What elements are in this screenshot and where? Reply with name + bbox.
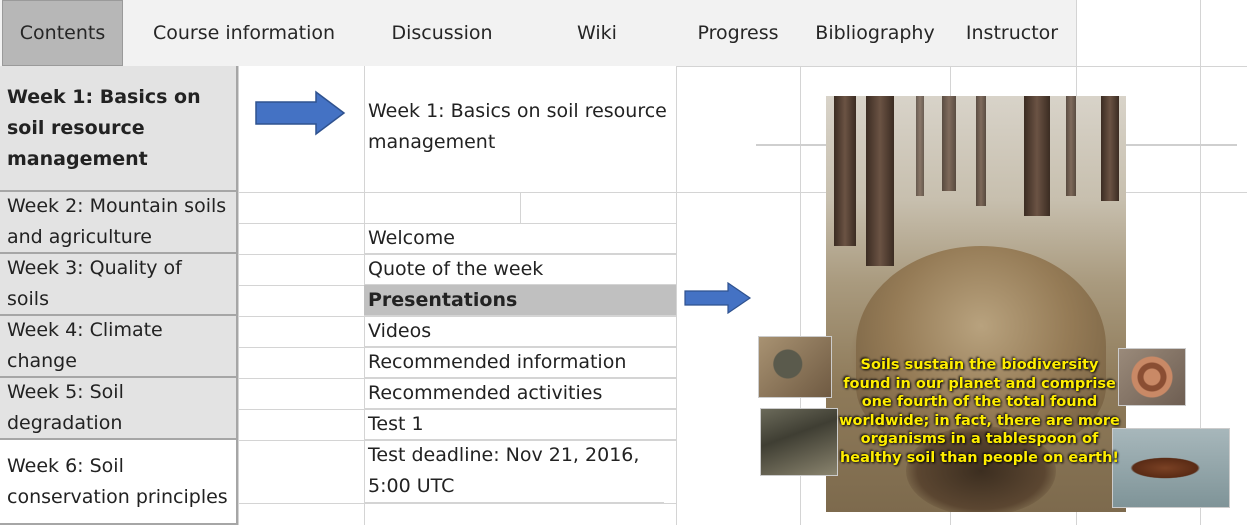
week-5-item[interactable]: Week 5: Soil degradation (0, 378, 238, 440)
tab-discussion[interactable]: Discussion (370, 0, 514, 66)
week-6-item[interactable]: Week 6: Soil conservation principles (0, 440, 238, 525)
snail-thumbnail (758, 336, 832, 398)
tab-instructor[interactable]: Instructor (956, 0, 1068, 66)
item-welcome[interactable]: Welcome (364, 223, 676, 254)
item-quote-of-the-week[interactable]: Quote of the week (364, 254, 676, 285)
section-title: Week 1: Basics on soil resource manageme… (368, 100, 667, 153)
millipede-thumbnail (1118, 348, 1186, 406)
tab-bar: Contents Course information Discussion W… (0, 0, 1076, 66)
arrow-right-icon (684, 282, 752, 314)
item-videos[interactable]: Videos (364, 316, 676, 347)
leaves-thumbnail (760, 408, 838, 476)
week-3-item[interactable]: Week 3: Quality of soils (0, 254, 238, 316)
item-recommended-activities[interactable]: Recommended activities (364, 378, 676, 409)
item-presentations[interactable]: Presentations (364, 285, 676, 316)
week-4-item[interactable]: Week 4: Climate change (0, 316, 238, 378)
tab-bibliography[interactable]: Bibliography (806, 0, 944, 66)
tab-progress[interactable]: Progress (684, 0, 792, 66)
item-test-1[interactable]: Test 1 (364, 409, 676, 440)
week-1-item[interactable]: Week 1: Basics on soil resource manageme… (0, 66, 238, 192)
item-recommended-information[interactable]: Recommended information (364, 347, 676, 378)
item-test-deadline: Test deadline: Nov 21, 2016, 5:00 UTC (364, 440, 664, 503)
arrow-right-icon (255, 90, 346, 136)
worm-thumbnail (1112, 428, 1230, 508)
tab-course-information[interactable]: Course information (130, 0, 358, 66)
tab-contents[interactable]: Contents (2, 0, 123, 66)
soil-caption: Soils sustain the biodiversity found in … (839, 357, 1120, 466)
tab-wiki[interactable]: Wiki (530, 0, 664, 66)
week-2-item[interactable]: Week 2: Mountain soils and agriculture (0, 192, 238, 254)
